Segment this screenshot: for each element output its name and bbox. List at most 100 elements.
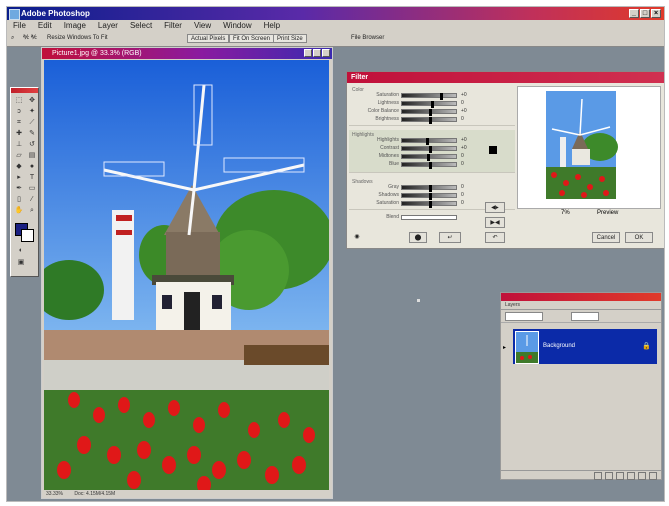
layers-title-bar [501,293,661,301]
slider-knob[interactable] [429,109,432,116]
actual-pixels-button[interactable]: Actual Pixels [187,34,230,43]
reset-button[interactable]: ↶ [485,232,505,243]
save-settings-icon[interactable]: ⬤ [409,232,427,243]
background-color-swatch[interactable] [21,229,34,242]
zoom-tool-icon-box[interactable]: ⌕ [27,206,37,215]
menu-image[interactable]: Image [58,20,92,32]
close-icon[interactable]: × [651,9,661,18]
eraser-tool-icon[interactable]: ▱ [14,151,24,160]
type-tool-icon[interactable]: T [27,173,37,182]
slider-track[interactable] [401,154,457,161]
slider-row: Lightness 0 [349,100,515,108]
slider-knob[interactable] [429,117,432,124]
slider-knob[interactable] [429,146,432,153]
path-select-icon[interactable]: ▸ [14,173,24,182]
menu-layer[interactable]: Layer [92,20,124,32]
slider-track[interactable] [401,146,457,153]
prev-button[interactable]: ◀▸ [485,202,505,213]
print-size-button[interactable]: Print Size [273,34,307,43]
brush-tool-icon[interactable]: ✎ [27,129,37,138]
slider-row: Highlights +0 [349,137,515,145]
slider-knob[interactable] [429,162,432,169]
history-brush-icon[interactable]: ↺ [27,140,37,149]
slider-track[interactable] [401,117,457,124]
minimize-icon[interactable]: _ [629,9,639,18]
blend-mode-select[interactable] [505,312,543,321]
blur-tool-icon[interactable]: ◆ [14,162,24,171]
slider-track[interactable] [401,109,457,116]
screen-mode-icon[interactable]: ▣ [16,258,26,267]
zoom-tool-icon[interactable]: ⌕ [11,34,14,43]
slider-track[interactable] [401,185,457,192]
ok-button[interactable]: OK [625,232,653,243]
menu-select[interactable]: Select [124,20,158,32]
menu-edit[interactable]: Edit [32,20,58,32]
crop-tool-icon[interactable]: ⌗ [14,118,24,127]
slider-track[interactable] [401,138,457,145]
notes-tool-icon[interactable]: ▯ [14,195,24,204]
healing-brush-icon[interactable]: ✚ [14,129,24,138]
dodge-tool-icon[interactable]: ● [27,162,37,171]
file-browser-label[interactable]: File Browser [351,34,384,43]
layer-row-background[interactable]: Background 🔒 [513,329,657,364]
menu-help[interactable]: Help [258,20,286,32]
slider-track[interactable] [401,162,457,169]
quick-mask-icon[interactable]: ◐ [16,246,26,255]
eye-icon[interactable]: ▸ [503,344,506,351]
new-layer-icon[interactable] [638,472,646,480]
fit-on-screen-button[interactable]: Fit On Screen [229,34,275,43]
resize-windows-checkbox[interactable]: Resize Windows To Fit [47,34,108,43]
new-set-icon[interactable] [616,472,624,480]
pen-tool-icon[interactable]: ✒ [14,184,24,193]
magic-wand-icon[interactable]: ✦ [27,107,37,116]
help-icon[interactable]: ◉ [351,232,363,243]
slider-knob[interactable] [429,201,432,208]
slider-knob[interactable] [440,93,443,100]
shape-tool-icon[interactable]: ▭ [27,184,37,193]
blend-label: Blend [386,214,399,220]
layer-mask-icon[interactable] [605,472,613,480]
blend-field[interactable] [401,215,457,220]
windmill-photo[interactable] [44,60,329,490]
opacity-field[interactable] [571,312,599,321]
slider-track[interactable] [401,101,457,108]
menu-window[interactable]: Window [217,20,257,32]
doc-close-icon[interactable] [322,49,330,57]
move-tool-icon[interactable]: ✥ [27,96,37,105]
doc-minimize-icon[interactable] [304,49,312,57]
layers-options [501,310,661,323]
slider-track[interactable] [401,193,457,200]
doc-maximize-icon[interactable] [313,49,321,57]
preview-zoom[interactable]: 7% [561,210,570,216]
slider-knob[interactable] [427,154,430,161]
status-zoom[interactable]: 33.33% [46,491,63,497]
menu-view[interactable]: View [188,20,217,32]
slider-knob[interactable] [426,138,429,145]
delete-layer-icon[interactable] [649,472,657,480]
load-settings-icon[interactable]: ↵ [439,232,461,243]
slice-tool-icon[interactable]: ⟋ [27,118,37,127]
slider-knob[interactable] [431,101,434,108]
menu-filter[interactable]: Filter [158,20,188,32]
hand-tool-icon[interactable]: ✋ [14,206,24,215]
slider-track[interactable] [401,201,457,208]
gradient-tool-icon[interactable]: ▤ [27,151,37,160]
layers-footer [501,470,661,480]
adjustment-layer-icon[interactable] [627,472,635,480]
filter-preview[interactable] [517,86,661,209]
color-swatch[interactable] [489,146,497,154]
layer-style-icon[interactable] [594,472,602,480]
cancel-button[interactable]: Cancel [592,232,620,243]
maximize-icon[interactable]: □ [640,9,650,18]
stamp-tool-icon[interactable]: ⊥ [14,140,24,149]
menu-file[interactable]: File [7,20,32,32]
eyedropper-icon[interactable]: ⁄ [27,195,37,204]
marquee-tool-icon[interactable]: ⬚ [14,96,24,105]
slider-knob[interactable] [429,185,432,192]
lasso-tool-icon[interactable]: ↄ [14,107,24,116]
preview-checkbox[interactable]: Preview [597,210,618,216]
slider-track[interactable] [401,93,457,100]
layers-tab[interactable]: Layers [501,301,661,310]
next-button[interactable]: ▶◀ [485,217,505,228]
slider-knob[interactable] [429,193,432,200]
